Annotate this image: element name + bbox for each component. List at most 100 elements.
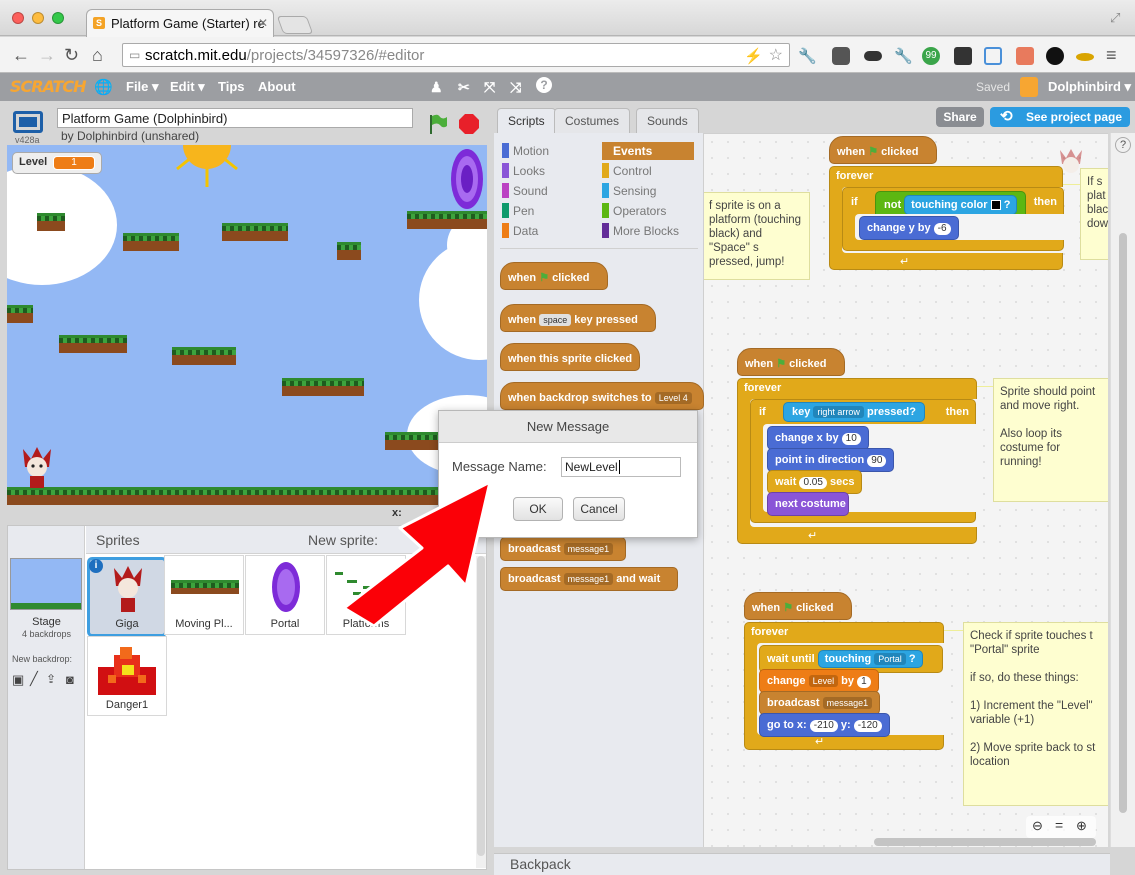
- language-globe-icon[interactable]: 🌐: [94, 78, 113, 96]
- chrome-menu-icon[interactable]: ≡: [1106, 45, 1117, 66]
- see-project-page-button[interactable]: ⟲ See project page: [990, 107, 1130, 127]
- y-input[interactable]: -120: [853, 720, 882, 732]
- script2-when-flag[interactable]: when ⚑ clicked: [737, 348, 845, 376]
- block-broadcast-and-wait[interactable]: broadcast message1 and wait: [500, 567, 678, 591]
- message-name-input[interactable]: NewLevel: [561, 457, 681, 477]
- wait-block[interactable]: wait 0.05 secs: [767, 470, 863, 494]
- tab-scripts[interactable]: Scripts: [497, 108, 556, 134]
- home-icon[interactable]: ⌂: [92, 45, 103, 66]
- zoom-reset-icon[interactable]: =: [1055, 817, 1063, 833]
- info-icon[interactable]: i: [89, 559, 103, 573]
- stop-sign-icon[interactable]: [459, 114, 479, 134]
- variable-dropdown[interactable]: Level: [808, 675, 839, 687]
- message-dropdown[interactable]: message1: [563, 573, 614, 585]
- menu-about[interactable]: About: [258, 79, 296, 94]
- category-operators[interactable]: Operators: [613, 204, 666, 218]
- go-to-block[interactable]: go to x: -210 y: -120: [759, 713, 890, 737]
- script1-forever[interactable]: forever if then not touching color ? cha…: [829, 166, 1065, 270]
- camera-icon[interactable]: ◙: [66, 672, 74, 687]
- page-scrollbar[interactable]: ?: [1110, 133, 1135, 847]
- category-sound[interactable]: Sound: [513, 184, 548, 198]
- extension-x-icon[interactable]: [1016, 47, 1034, 65]
- block-when-backdrop-switches[interactable]: when backdrop switches to Level 4: [500, 382, 704, 410]
- menu-file[interactable]: File ▾: [126, 79, 159, 95]
- comment-portal[interactable]: Check if sprite touches t "Portal" sprit…: [963, 622, 1108, 806]
- brush-icon[interactable]: ╱: [30, 671, 38, 687]
- user-menu[interactable]: Dolphinbird ▾: [1048, 79, 1131, 95]
- stage-selector[interactable]: Stage 4 backdrops New backdrop: ▣ ╱ ⇪ ◙: [8, 526, 85, 869]
- category-sensing[interactable]: Sensing: [613, 184, 656, 198]
- scripts-hscroll-thumb[interactable]: [874, 838, 1096, 846]
- tab-sounds[interactable]: Sounds: [636, 108, 699, 134]
- minimize-window-button[interactable]: [32, 12, 44, 24]
- sprite-dropdown[interactable]: Portal: [874, 653, 906, 665]
- zoom-window-button[interactable]: [52, 12, 64, 24]
- menu-edit[interactable]: Edit ▾: [170, 79, 205, 95]
- block-when-key-pressed[interactable]: when space key pressed: [500, 304, 656, 332]
- paint-backdrop-icon[interactable]: ▣: [12, 672, 24, 688]
- project-title-input[interactable]: Platform Game (Dolphinbird): [57, 108, 413, 128]
- category-pen[interactable]: Pen: [513, 204, 534, 218]
- wrench-icon[interactable]: 🔧: [798, 47, 817, 65]
- script1-when-flag[interactable]: when ⚑ clicked: [829, 136, 937, 164]
- menu-tips[interactable]: Tips: [218, 79, 245, 94]
- ok-button[interactable]: OK: [513, 497, 563, 521]
- message-dropdown[interactable]: message1: [822, 697, 873, 709]
- by-input[interactable]: 1: [857, 676, 871, 688]
- direction-input[interactable]: 90: [867, 455, 887, 467]
- color-swatch[interactable]: [990, 200, 1001, 211]
- level-monitor[interactable]: Level 1: [12, 152, 102, 174]
- upload-icon[interactable]: ⇪: [46, 672, 56, 686]
- y-input[interactable]: -6: [933, 223, 951, 235]
- grow-icon[interactable]: ⤧: [484, 79, 495, 96]
- reload-icon[interactable]: ↻: [64, 45, 79, 66]
- cut-scissors-icon[interactable]: ✂: [458, 79, 470, 96]
- broadcast-block[interactable]: broadcast message1: [759, 691, 881, 715]
- change-y-block[interactable]: change y by -6: [859, 216, 959, 240]
- shrink-icon[interactable]: ⤨: [510, 79, 521, 96]
- category-events[interactable]: Events: [613, 144, 652, 158]
- incognito-icon[interactable]: [864, 51, 882, 61]
- point-direction-block[interactable]: point in direction 90: [767, 448, 895, 472]
- sprite-thumb-portal[interactable]: Portal: [245, 555, 325, 635]
- touching-color-block[interactable]: touching color ?: [904, 195, 1018, 215]
- category-control[interactable]: Control: [613, 164, 652, 178]
- comment-move-right[interactable]: Sprite should point and move right. Also…: [993, 378, 1108, 502]
- browser-tab[interactable]: Platform Game (Starter) re: [86, 9, 274, 37]
- scratch-logo[interactable]: SCRATCH: [10, 77, 86, 96]
- wait-input[interactable]: 0.05: [799, 477, 827, 489]
- new-tab-button[interactable]: [276, 16, 314, 34]
- address-bar[interactable]: ▭ scratch.mit.edu/projects/34597326/#edi…: [122, 43, 790, 67]
- bookmark-star-icon[interactable]: ☆: [769, 45, 783, 65]
- sprite-thumb-giga[interactable]: i Giga: [87, 557, 167, 637]
- change-variable-block[interactable]: change Level by 1: [759, 669, 879, 693]
- user-avatar[interactable]: [1020, 77, 1038, 97]
- comment-jump[interactable]: f sprite is on a platform (touching blac…: [704, 192, 810, 280]
- key-dropdown[interactable]: right arrow: [813, 406, 864, 418]
- touching-block[interactable]: touching Portal ?: [817, 650, 923, 668]
- category-looks[interactable]: Looks: [513, 164, 545, 178]
- x-input[interactable]: -210: [809, 720, 838, 732]
- block-when-flag-clicked[interactable]: when ⚑ clicked: [500, 262, 608, 290]
- screenshot-icon[interactable]: [984, 47, 1002, 65]
- key-pressed-block[interactable]: key right arrow pressed?: [783, 402, 925, 422]
- sprite-thumb-danger1[interactable]: Danger1: [87, 636, 167, 716]
- zoom-out-icon[interactable]: ⊖: [1032, 818, 1043, 834]
- stage-canvas[interactable]: Level 1: [7, 145, 487, 505]
- share-button[interactable]: Share: [936, 107, 984, 127]
- help-icon[interactable]: ?: [536, 77, 552, 93]
- layers-icon[interactable]: [954, 47, 972, 65]
- tool-icon[interactable]: 🔧: [894, 47, 913, 65]
- pocket-icon[interactable]: [832, 47, 850, 65]
- script2-if[interactable]: if then key right arrow pressed? change …: [750, 399, 977, 523]
- category-motion[interactable]: Motion: [513, 144, 549, 158]
- x-input[interactable]: 10: [841, 433, 861, 445]
- close-window-button[interactable]: [12, 12, 24, 24]
- scripts-area[interactable]: f sprite is on a platform (touching blac…: [704, 133, 1108, 847]
- zoom-in-icon[interactable]: ⊕: [1076, 818, 1087, 834]
- message-dropdown[interactable]: message1: [563, 543, 614, 555]
- category-more-blocks[interactable]: More Blocks: [613, 224, 679, 238]
- scripts-vscroll-thumb[interactable]: [1119, 233, 1127, 813]
- block-when-sprite-clicked[interactable]: when this sprite clicked: [500, 343, 640, 371]
- category-data[interactable]: Data: [513, 224, 538, 238]
